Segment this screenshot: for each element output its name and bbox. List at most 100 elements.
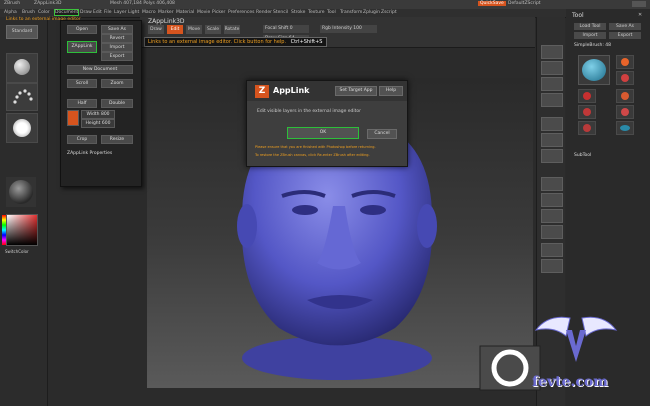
- new-document-button[interactable]: New Document: [67, 65, 133, 74]
- scroll-button[interactable]: Scroll: [67, 79, 97, 88]
- tool-thumb-4[interactable]: [616, 89, 634, 103]
- cancel-button[interactable]: Cancel: [367, 129, 397, 139]
- half-button[interactable]: Half: [67, 99, 97, 108]
- polyframe-icon[interactable]: [541, 243, 563, 257]
- brush-icon[interactable]: [6, 53, 38, 83]
- tool-thumb-5[interactable]: [578, 105, 596, 119]
- menu-macro[interactable]: Macro: [142, 10, 156, 15]
- menu-render[interactable]: Render: [256, 10, 272, 15]
- revert-button[interactable]: Revert: [101, 34, 133, 43]
- alpha-icon: [13, 119, 31, 137]
- menu-draw[interactable]: Draw: [80, 10, 92, 15]
- tool-panel-title: Tool: [572, 12, 584, 19]
- open-button[interactable]: Open: [67, 25, 97, 34]
- frame-icon[interactable]: [541, 177, 563, 191]
- menu-marker[interactable]: Marker: [158, 10, 174, 15]
- persp-icon[interactable]: [541, 117, 563, 131]
- resize-button[interactable]: Resize: [101, 135, 133, 144]
- rotate-view-icon[interactable]: [541, 225, 563, 239]
- alpha-selector[interactable]: [6, 113, 38, 143]
- switch-color-label[interactable]: SwitchColor: [5, 249, 29, 254]
- material-sphere-icon: [9, 180, 33, 204]
- scroll-view-icon[interactable]: [541, 45, 563, 59]
- stroke-selector[interactable]: [6, 83, 38, 111]
- edit-button[interactable]: Edit: [167, 25, 183, 34]
- menu-tool[interactable]: Tool: [327, 10, 336, 15]
- draw-button[interactable]: Draw: [148, 25, 164, 34]
- save-tool-button[interactable]: Save As: [609, 23, 641, 30]
- menu-document[interactable]: Document: [54, 9, 80, 16]
- hue-strip[interactable]: [2, 215, 6, 245]
- menu-texture[interactable]: Texture: [308, 10, 324, 15]
- menu-picker[interactable]: Picker: [212, 10, 225, 15]
- tool-thumb-2[interactable]: [616, 71, 634, 85]
- move-view-icon[interactable]: [541, 193, 563, 207]
- menu-stencil[interactable]: Stencil: [273, 10, 288, 15]
- save-as-button[interactable]: Save As: [101, 25, 133, 34]
- color-picker[interactable]: [2, 214, 38, 246]
- menu-material[interactable]: Material: [176, 10, 194, 15]
- crop-button[interactable]: Crop: [67, 135, 97, 144]
- move-button[interactable]: Move: [186, 25, 202, 34]
- tool-thumb-1[interactable]: [616, 55, 634, 69]
- menu-movie[interactable]: Movie: [197, 10, 210, 15]
- import-tool-button[interactable]: Import: [574, 32, 606, 39]
- width-slider[interactable]: Width 800: [81, 110, 115, 119]
- transp-icon[interactable]: [541, 259, 563, 273]
- local-icon[interactable]: [541, 149, 563, 163]
- menu-alpha[interactable]: Alpha: [4, 10, 17, 15]
- tool-sphere-icon: [582, 59, 606, 81]
- height-slider[interactable]: Height 600: [81, 119, 115, 128]
- rgb-intensity-slider[interactable]: Rgb Intensity 100: [320, 25, 377, 33]
- scale-view-icon[interactable]: [541, 209, 563, 223]
- help-button[interactable]: Help: [379, 86, 403, 96]
- close-icon[interactable]: ✕: [638, 12, 646, 18]
- zoom-view-icon[interactable]: [541, 61, 563, 75]
- dialog-title: AppLink: [273, 86, 310, 95]
- zapplink-button[interactable]: ZAppLink: [67, 41, 97, 53]
- mesh-info: Mesh 407,184 Polys 406,408: [110, 1, 175, 6]
- menu-zplugin[interactable]: Zplugin: [363, 10, 380, 15]
- top-shelf: ZAppLink3D Draw Edit Move Scale Rotate F…: [140, 17, 535, 48]
- zoom-button[interactable]: Zoom: [101, 79, 133, 88]
- floor-icon[interactable]: [541, 133, 563, 147]
- focal-shift-slider[interactable]: Focal Shift 0: [263, 25, 309, 33]
- zbrush-logo: Z: [255, 85, 269, 98]
- ok-button[interactable]: OK: [287, 127, 359, 139]
- menu-preferences[interactable]: Preferences: [228, 10, 254, 15]
- current-tool-thumb[interactable]: [578, 55, 610, 85]
- brush-selector[interactable]: Standard: [6, 25, 38, 39]
- menu-brush[interactable]: Brush: [22, 10, 35, 15]
- double-button[interactable]: Double: [101, 99, 133, 108]
- menu-edit[interactable]: Edit: [93, 10, 102, 15]
- load-tool-button[interactable]: Load Tool: [574, 23, 606, 30]
- actual-size-icon[interactable]: [541, 77, 563, 91]
- set-target-app-button[interactable]: Set Target App: [335, 86, 377, 96]
- subtool-label[interactable]: SubTool: [574, 153, 591, 158]
- window-controls[interactable]: [632, 1, 646, 7]
- menu-file[interactable]: File: [104, 10, 112, 15]
- tool-thumb-3[interactable]: [578, 89, 596, 103]
- rotate-button[interactable]: Rotate: [224, 25, 240, 34]
- menu-light[interactable]: Light: [128, 10, 139, 15]
- export-tool-button[interactable]: Export: [609, 32, 641, 39]
- export-button[interactable]: Export: [101, 52, 133, 61]
- import-button[interactable]: Import: [101, 43, 133, 52]
- menu-transform[interactable]: Transform: [340, 10, 362, 15]
- left-shelf: Standard SwitchColor: [0, 17, 48, 406]
- pro-toggle[interactable]: [67, 110, 79, 126]
- menu-stroke[interactable]: Stroke: [291, 10, 305, 15]
- menu-layer[interactable]: Layer: [114, 10, 127, 15]
- menu-zscript[interactable]: Zscript: [381, 10, 397, 15]
- tool-thumb-8[interactable]: [616, 121, 634, 135]
- tooltip-shortcut: Ctrl+Shift+S: [290, 39, 323, 45]
- tool-thumb-7[interactable]: [578, 121, 596, 135]
- tool-thumb-6[interactable]: [616, 105, 634, 119]
- aahalf-icon[interactable]: [541, 93, 563, 107]
- scale-button[interactable]: Scale: [205, 25, 221, 34]
- layout-select[interactable]: DefaultZScript: [508, 1, 541, 6]
- zapplink-properties-label[interactable]: ZAppLink Properties: [67, 151, 112, 156]
- quicksave-button[interactable]: QuickSave: [478, 1, 506, 6]
- menu-color[interactable]: Color: [38, 10, 50, 15]
- material-selector[interactable]: [6, 177, 36, 207]
